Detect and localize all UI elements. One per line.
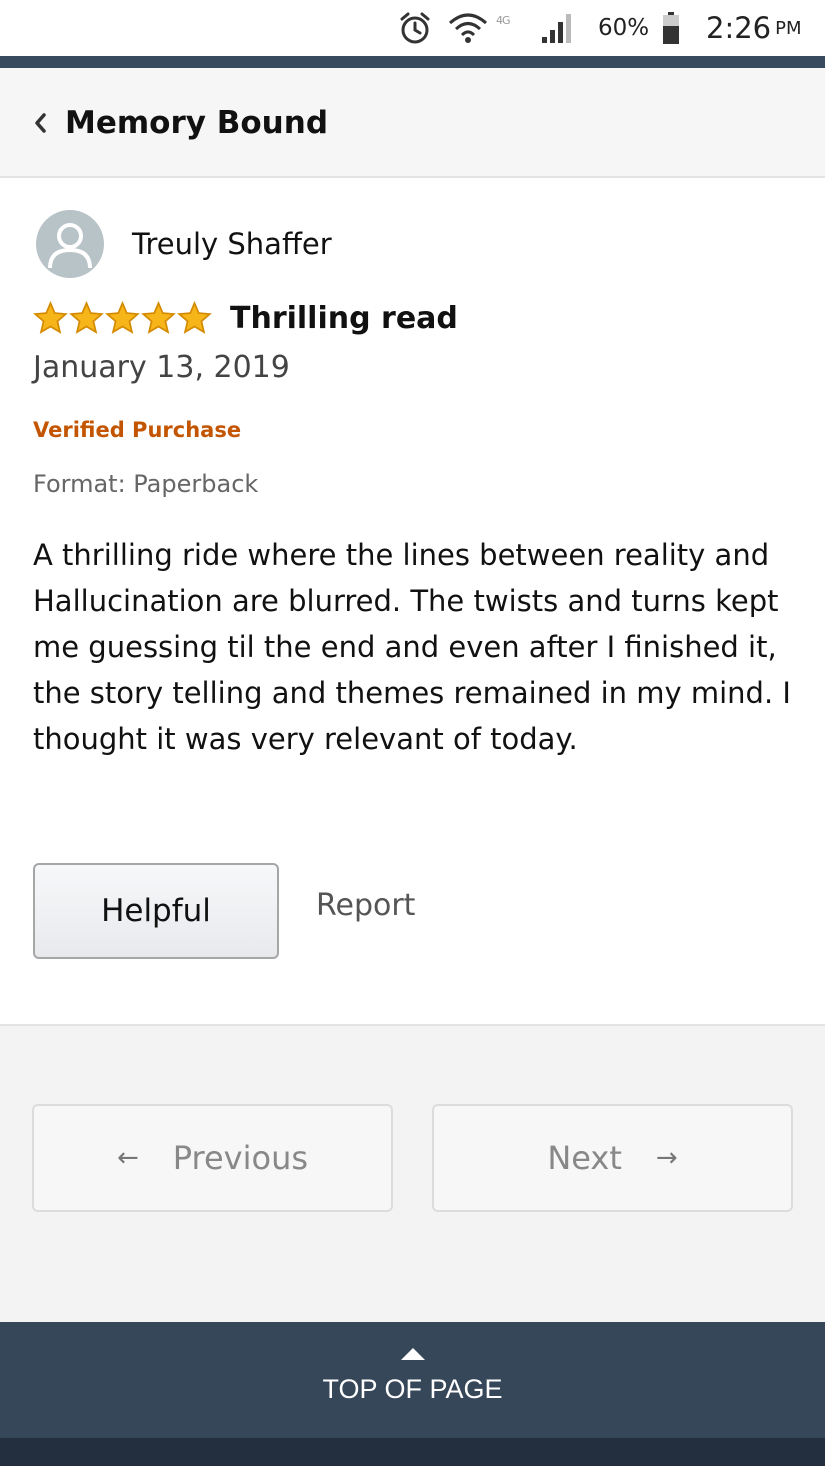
clock: 2:26 PM [706, 8, 816, 48]
star-icon [69, 301, 104, 334]
page-title[interactable]: Memory Bound [65, 98, 328, 148]
title-bar: Memory Bound [0, 68, 825, 178]
network-type-label: 4G [496, 14, 511, 27]
review-title: Thrilling read [230, 300, 458, 336]
reviewer-name[interactable]: Treuly Shaffer [132, 227, 332, 261]
arrow-right-icon: → [655, 1143, 678, 1173]
status-bar: 4G 60% 2:26 PM [0, 0, 825, 56]
signal-icon [540, 8, 580, 48]
battery-icon [662, 8, 684, 48]
helpful-button[interactable]: Helpful [33, 863, 279, 959]
avatar[interactable] [36, 210, 104, 278]
rating-row: Thrilling read [33, 296, 458, 340]
format-label: Format: Paperback [33, 470, 259, 498]
reviewer-row: Treuly Shaffer [36, 210, 332, 278]
alarm-icon [398, 8, 434, 48]
star-rating [33, 301, 212, 335]
wifi-icon [448, 8, 492, 48]
previous-button[interactable]: ← Previous [32, 1104, 393, 1212]
caret-up-icon [401, 1348, 425, 1360]
clock-time: 2:26 [706, 11, 772, 45]
previous-label: Previous [172, 1139, 309, 1177]
star-icon [105, 301, 140, 334]
top-of-page-label: TOP OF PAGE [322, 1374, 503, 1404]
pagination-area: ← Previous Next → [0, 1024, 825, 1322]
footer-bottom [0, 1438, 825, 1466]
user-icon [48, 223, 92, 269]
star-icon [177, 301, 212, 334]
review-body: A thrilling ride where the lines between… [33, 538, 791, 756]
star-icon [141, 301, 176, 334]
review-date: January 13, 2019 [33, 350, 290, 385]
next-button[interactable]: Next → [432, 1104, 793, 1212]
verified-purchase-badge: Verified Purchase [33, 418, 242, 442]
star-icon [33, 301, 68, 334]
chevron-left-icon[interactable] [28, 104, 52, 142]
clock-ampm: PM [775, 17, 802, 39]
app-header-strip [0, 56, 825, 68]
next-label: Next [547, 1139, 622, 1177]
arrow-left-icon: ← [116, 1143, 139, 1173]
report-link[interactable]: Report [316, 888, 415, 923]
battery-percent: 60% [598, 15, 650, 41]
top-of-page-button[interactable]: TOP OF PAGE [0, 1322, 825, 1438]
